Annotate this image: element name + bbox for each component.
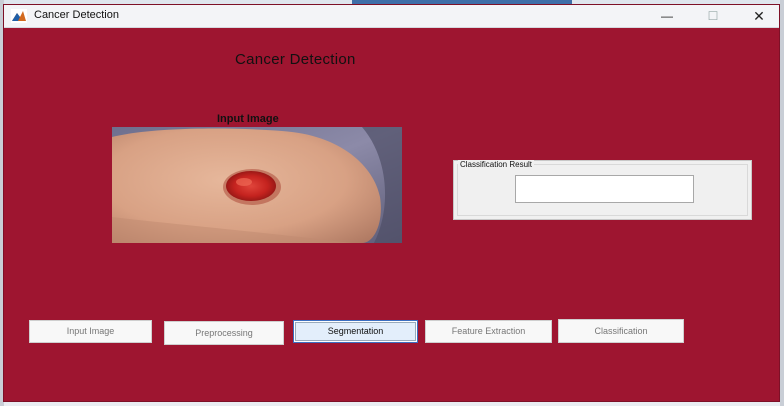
minimize-button[interactable]: — [644, 5, 690, 27]
desktop-right-edge [780, 0, 784, 406]
skin-lesion-image [112, 127, 402, 243]
classification-button[interactable]: Classification [558, 319, 684, 343]
preprocessing-button[interactable]: Preprocessing [164, 321, 284, 345]
segmentation-button[interactable]: Segmentation [293, 320, 418, 343]
classification-result-panel: Classification Result [453, 160, 752, 220]
page-title: Cancer Detection [235, 51, 356, 68]
maximize-button[interactable]: ☐ [690, 5, 736, 27]
matlab-logo-icon [11, 9, 27, 23]
feature-extraction-button[interactable]: Feature Extraction [425, 320, 552, 343]
window-title: Cancer Detection [34, 9, 119, 21]
title-bar[interactable]: Cancer Detection — ☐ ✕ [4, 5, 779, 28]
input-image-caption: Input Image [217, 113, 279, 125]
close-button[interactable]: ✕ [736, 5, 782, 27]
classification-result-field [515, 175, 694, 203]
classification-result-label: Classification Result [458, 160, 535, 169]
app-window: Cancer Detection — ☐ ✕ Cancer Detection … [3, 4, 780, 402]
input-image-axes [112, 127, 402, 243]
input-image-button[interactable]: Input Image [29, 320, 152, 343]
